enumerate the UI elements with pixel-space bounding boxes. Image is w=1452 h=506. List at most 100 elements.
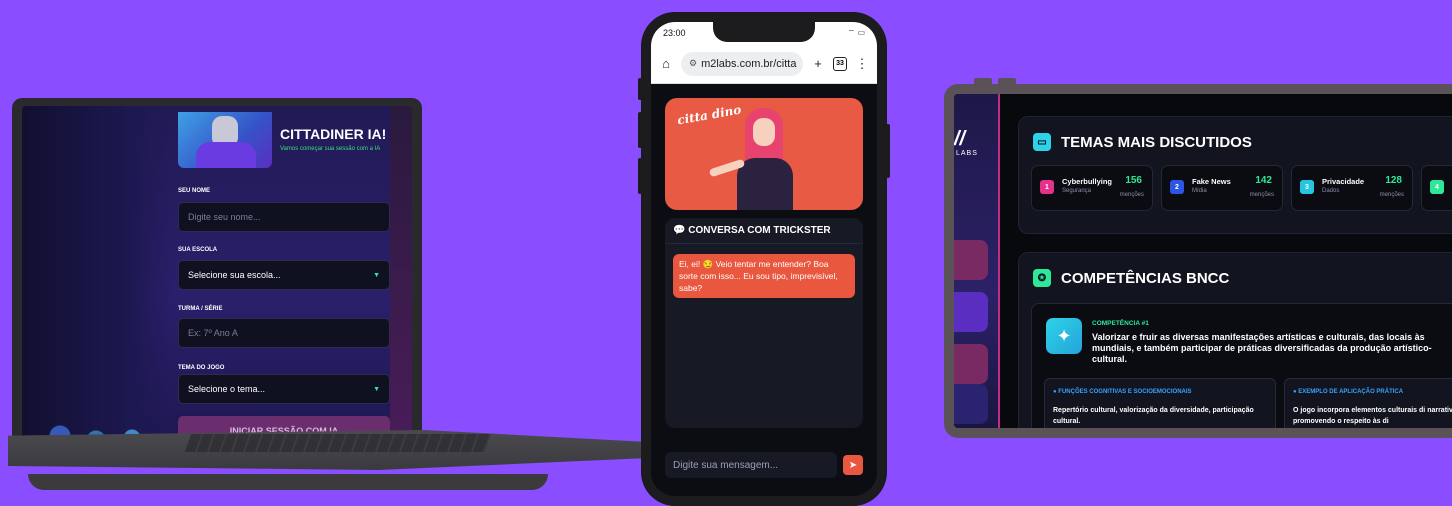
site-settings-icon[interactable]: ⚙ bbox=[689, 58, 697, 69]
award-icon: ✪ bbox=[1033, 269, 1051, 287]
topics-card: ▭ TEMAS MAIS DISCUTIDOS 1 Cyberbullying … bbox=[1018, 116, 1452, 234]
rank-badge: 3 bbox=[1300, 180, 1314, 194]
topic-category: Mídia bbox=[1192, 188, 1207, 194]
sidebar-item[interactable] bbox=[954, 240, 988, 280]
chat-title: 💬 CONVERSA COM TRICKSTER bbox=[665, 218, 863, 244]
name-label: SEU NOME bbox=[178, 188, 211, 194]
browser-toolbar: ⌂ ⚙ m2labs.com.br/citta + 33 ⋮ bbox=[651, 44, 877, 84]
rank-badge: 2 bbox=[1170, 180, 1184, 194]
example-card: ● EXEMPLO DE APLICAÇÃO PRÁTICA O jogo in… bbox=[1284, 378, 1452, 428]
competency-number: COMPETÊNCIA #1 bbox=[1092, 320, 1149, 327]
topic-name: Cyberbullying bbox=[1062, 177, 1113, 186]
chevron-down-icon: ▼ bbox=[373, 385, 380, 393]
tablet-button bbox=[974, 78, 992, 86]
theme-select[interactable]: Selecione o tema... ▼ bbox=[178, 374, 390, 404]
page-content: citta dino 💬 CONVERSA COM TRICKSTER Ei, … bbox=[651, 84, 877, 496]
battery-icon: ▭ bbox=[857, 28, 865, 37]
topics-list: 1 Cyberbullying Segurança 156 menções 2 … bbox=[1031, 165, 1452, 211]
topic-item[interactable]: 4 bbox=[1421, 165, 1452, 211]
functions-text: Repertório cultural, valorização da dive… bbox=[1053, 407, 1254, 425]
theme-label: TEMA DO JOGO bbox=[178, 365, 225, 371]
message-composer: Digite sua mensagem... ➤ bbox=[665, 450, 863, 480]
sparkle-icon: ✦ bbox=[1046, 318, 1082, 354]
chevron-down-icon: ▼ bbox=[373, 271, 380, 279]
topic-category: Segurança bbox=[1062, 188, 1092, 194]
functions-card: ● FUNÇÕES COGNITIVAS E SOCIOEMOCIONAIS R… bbox=[1044, 378, 1276, 428]
chat-icon: ▭ bbox=[1033, 133, 1051, 151]
logo-subtitle: LABS bbox=[956, 150, 978, 157]
topic-count: 142 bbox=[1255, 175, 1272, 186]
status-icons: ⌔ ▭ bbox=[848, 28, 865, 38]
sidebar-item[interactable] bbox=[954, 344, 988, 384]
citta-dino-logo: citta dino bbox=[676, 102, 743, 128]
topics-title: TEMAS MAIS DISCUTIDOS bbox=[1061, 133, 1252, 151]
background-stripe bbox=[390, 106, 412, 456]
new-tab-icon[interactable]: + bbox=[811, 56, 825, 71]
m2labs-logo: // bbox=[954, 128, 966, 150]
tablet-mockup: // LABS ▭ TEMAS MAIS DISCUTIDOS 1 Cyberb… bbox=[944, 78, 1452, 438]
background-glow bbox=[22, 106, 172, 456]
wifi-icon: ⌔ bbox=[847, 28, 856, 37]
topic-name: Privacidade bbox=[1322, 177, 1365, 186]
laptop-screen: CITTADINER IA! Vamos começar sua sessão … bbox=[12, 98, 422, 456]
topic-name: Fake News bbox=[1192, 177, 1231, 186]
tab-count: 33 bbox=[836, 60, 844, 67]
phone-screen: 23:00 ⌔ ▭ ⌂ ⚙ m2labs.com.br/citta + 33 ⋮… bbox=[651, 22, 877, 496]
topic-unit: menções bbox=[1119, 192, 1144, 198]
phone-notch bbox=[713, 22, 815, 42]
example-title: ● EXEMPLO DE APLICAÇÃO PRÁTICA bbox=[1293, 389, 1404, 395]
functions-title: ● FUNÇÕES COGNITIVAS E SOCIOEMOCIONAIS bbox=[1053, 389, 1192, 395]
topic-item[interactable]: 1 Cyberbullying Segurança 156 menções bbox=[1031, 165, 1153, 211]
phone-mockup: 23:00 ⌔ ▭ ⌂ ⚙ m2labs.com.br/citta + 33 ⋮… bbox=[638, 12, 890, 506]
tablet-button bbox=[998, 78, 1016, 86]
bncc-header: ✪ COMPETÊNCIAS BNCC bbox=[1033, 269, 1229, 287]
school-select[interactable]: Selecione sua escola... ▼ bbox=[178, 260, 390, 290]
bot-message: Ei, ei! 😏 Veio tentar me entender? Boa s… bbox=[673, 254, 855, 298]
form-title: CITTADINER IA! bbox=[280, 126, 387, 142]
rank-badge: 1 bbox=[1040, 180, 1054, 194]
home-icon[interactable]: ⌂ bbox=[659, 56, 673, 71]
topic-item[interactable]: 2 Fake News Mídia 142 menções bbox=[1161, 165, 1283, 211]
competency-text: Valorizar e fruir as diversas manifestaç… bbox=[1092, 332, 1432, 364]
laptop-display: CITTADINER IA! Vamos começar sua sessão … bbox=[22, 106, 412, 456]
bncc-card: ✪ COMPETÊNCIAS BNCC ✦ COMPETÊNCIA #1 Val… bbox=[1018, 252, 1452, 428]
class-label: TURMA / SÉRIE bbox=[178, 306, 223, 312]
tabs-button[interactable]: 33 bbox=[833, 56, 847, 71]
phone-button bbox=[638, 158, 642, 194]
phone-button bbox=[886, 124, 890, 178]
url-text: m2labs.com.br/citta bbox=[701, 57, 797, 70]
topic-category: Dados bbox=[1322, 188, 1340, 194]
sidebar-item[interactable] bbox=[954, 292, 988, 332]
competency-card: ✦ COMPETÊNCIA #1 Valorizar e fruir as di… bbox=[1031, 303, 1452, 428]
class-input[interactable]: Ex: 7º Ano A bbox=[178, 318, 390, 348]
tablet-screen: // LABS ▭ TEMAS MAIS DISCUTIDOS 1 Cyberb… bbox=[954, 94, 1452, 428]
bncc-title: COMPETÊNCIAS BNCC bbox=[1061, 269, 1230, 287]
school-select-value: Selecione sua escola... bbox=[188, 270, 281, 280]
form-subtitle: Vamos começar sua sessão com a IA bbox=[280, 146, 381, 152]
more-menu-icon[interactable]: ⋮ bbox=[855, 56, 869, 72]
status-time: 23:00 bbox=[663, 28, 686, 38]
character-banner: citta dino bbox=[665, 98, 863, 210]
laptop-edge bbox=[28, 474, 548, 490]
topic-count: 156 bbox=[1125, 175, 1142, 186]
phone-button bbox=[638, 78, 642, 100]
sidebar-item[interactable] bbox=[954, 384, 988, 424]
hacker-avatar bbox=[178, 112, 272, 168]
rank-badge: 4 bbox=[1430, 180, 1444, 194]
laptop-base bbox=[8, 430, 648, 490]
topic-count: 128 bbox=[1385, 175, 1402, 186]
topic-unit: menções bbox=[1379, 192, 1404, 198]
theme-select-value: Selecione o tema... bbox=[188, 384, 266, 394]
send-icon[interactable]: ➤ bbox=[843, 455, 863, 475]
phone-button bbox=[638, 112, 642, 148]
example-text: O jogo incorpora elementos culturais di … bbox=[1293, 407, 1452, 425]
topic-unit: menções bbox=[1249, 192, 1274, 198]
message-input[interactable]: Digite sua mensagem... bbox=[665, 452, 837, 478]
address-bar[interactable]: ⚙ m2labs.com.br/citta bbox=[681, 51, 803, 76]
topic-item[interactable]: 3 Privacidade Dados 128 menções bbox=[1291, 165, 1413, 211]
name-input[interactable]: Digite seu nome... bbox=[178, 202, 390, 232]
chat-panel: 💬 CONVERSA COM TRICKSTER Ei, ei! 😏 Veio … bbox=[665, 218, 863, 428]
sidebar: // LABS bbox=[954, 94, 1000, 428]
laptop-keyboard bbox=[184, 434, 492, 452]
school-label: SUA ESCOLA bbox=[178, 247, 218, 253]
